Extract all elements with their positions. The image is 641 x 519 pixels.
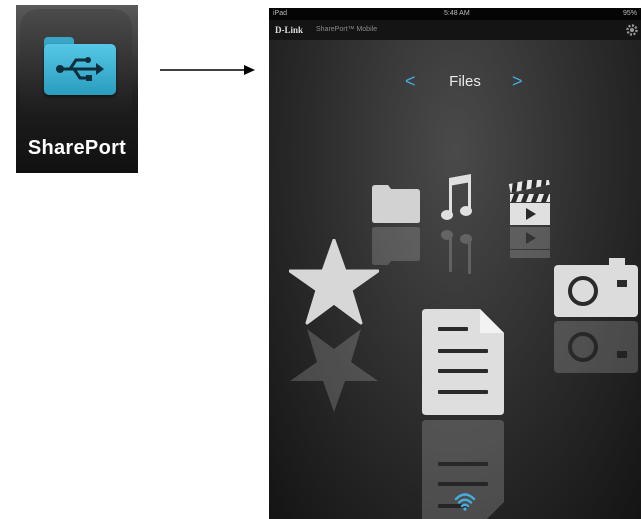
clapperboard-reflection (510, 227, 550, 258)
folder-icon[interactable] (371, 184, 421, 224)
usb-folder-icon (44, 37, 116, 95)
music-note-icon[interactable] (441, 174, 477, 224)
carrier-label: iPad (273, 10, 288, 17)
gear-icon[interactable] (625, 23, 639, 37)
next-category-button[interactable]: > (512, 71, 523, 92)
star-icon[interactable] (289, 239, 379, 325)
wifi-icon[interactable] (454, 491, 476, 511)
camera-reflection (554, 321, 638, 373)
shareport-app-tile[interactable]: SharePort (16, 5, 138, 173)
arrow-right-icon (160, 65, 255, 75)
device-screen: iPad 5:48 AM 95% D-Link SharePort™ Mobil… (269, 8, 641, 519)
star-reflection (290, 329, 378, 412)
battery-label: 95% (622, 10, 637, 17)
camera-icon[interactable] (553, 256, 639, 318)
category-title: Files (449, 73, 481, 90)
status-bar: iPad 5:48 AM 95% (269, 8, 641, 20)
app-header: D-Link SharePort™ Mobile (269, 20, 641, 40)
brand-logo: D-Link (275, 25, 304, 35)
music-reflection (441, 230, 472, 274)
status-time: 5:48 AM (444, 10, 470, 17)
app-name: SharePort™ Mobile (316, 26, 378, 33)
document-icon[interactable] (420, 307, 506, 417)
app-label: SharePort (27, 137, 127, 159)
shareport-app-icon[interactable] (20, 9, 132, 119)
prev-category-button[interactable]: < (405, 71, 416, 92)
clapperboard-icon[interactable] (508, 180, 552, 226)
